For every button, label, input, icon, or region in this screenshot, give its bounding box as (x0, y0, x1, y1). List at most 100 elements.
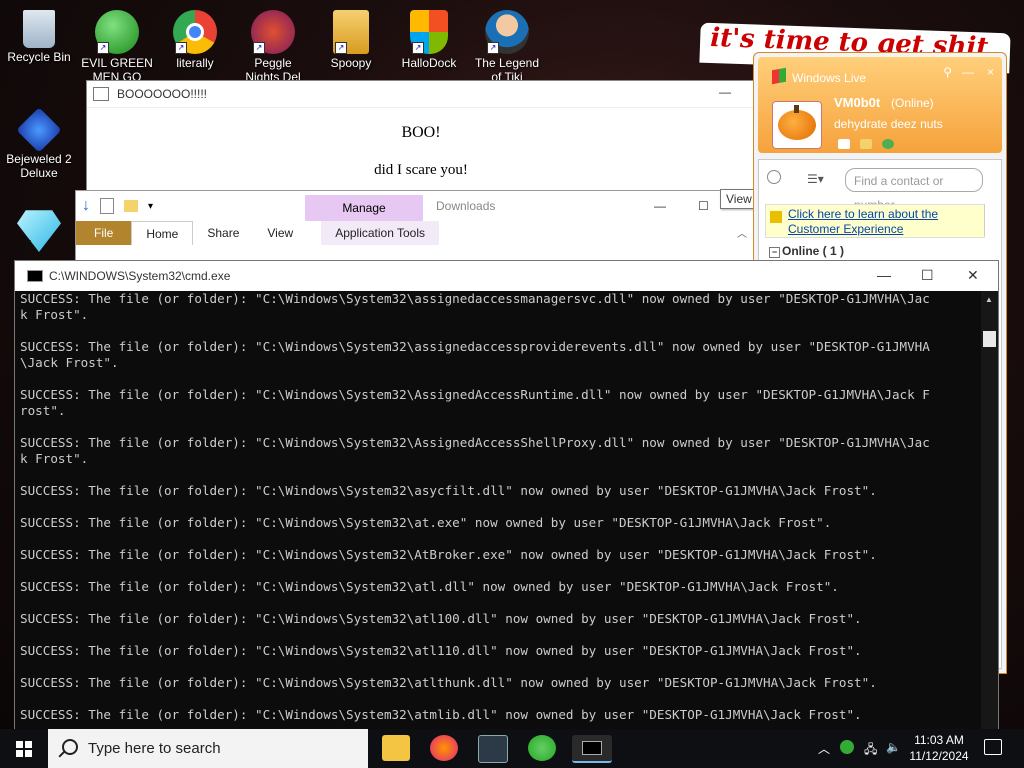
desktop-icon-label: Recycle Bin (7, 50, 71, 64)
taskbar: Type here to search ︿ 🖧 🔈 11:03 AM 11/12… (0, 729, 1024, 768)
messenger-icon[interactable] (528, 735, 556, 761)
search-placeholder: Type here to search (88, 740, 221, 757)
boo-heading: BOO! (401, 124, 441, 141)
pumpkin-icon (778, 110, 816, 140)
minimize-button[interactable]: — (719, 85, 731, 99)
boo-window-title: BOOOOOOO!!!!! (117, 87, 208, 101)
windows-logo-icon (16, 741, 32, 757)
status-selector[interactable]: (Online) (891, 96, 934, 110)
notification-icon[interactable] (984, 739, 1002, 755)
scrollbar[interactable]: ▲ (981, 291, 998, 736)
green-men-icon: ↗ (95, 10, 139, 54)
explorer-title: Downloads (436, 199, 496, 213)
diamond-icon: ↗ (17, 210, 61, 252)
cmd-titlebar[interactable]: C:\WINDOWS\System32\cmd.exe — ☐ ✕ (15, 261, 998, 291)
folder-icon: ↗ (333, 10, 369, 54)
personal-message[interactable]: dehydrate deez nuts (834, 117, 943, 131)
command-prompt-icon[interactable] (572, 735, 612, 763)
desktop-icon-hallodock[interactable]: ↗ HalloDock (392, 6, 466, 84)
scrollbar-thumb[interactable] (983, 331, 996, 347)
recycle-bin-icon (23, 10, 55, 48)
boo-message: did I scare you! (374, 162, 468, 178)
volume-icon[interactable]: 🔈 (886, 740, 901, 754)
info-banner: Click here to learn about the Customer E… (765, 204, 985, 238)
desktop-icon-spoopy[interactable]: ↗ Spoopy (314, 6, 388, 84)
window-icon (93, 87, 109, 101)
task-view-icon[interactable] (478, 735, 508, 763)
tab-application-tools[interactable]: Application Tools (321, 221, 440, 245)
windows-live-icon (772, 67, 786, 85)
maximize-button[interactable]: ☐ (698, 199, 709, 213)
date: 11/12/2024 (909, 749, 969, 763)
manage-tab-header: Manage (305, 195, 423, 221)
display-name[interactable]: VM0b0t (834, 95, 880, 110)
taskbar-search[interactable]: Type here to search (48, 729, 368, 768)
tab-home[interactable]: Home (131, 221, 194, 245)
ribbon-tabs: File Home Share View Application Tools (76, 221, 440, 245)
collapse-icon[interactable]: − (769, 247, 780, 258)
minimize-button[interactable]: — (654, 199, 666, 213)
minimize-button[interactable]: — (877, 267, 891, 283)
messenger-header: Windows Live ⚲ — × VM0b0t (Online) dehyd… (758, 57, 1002, 153)
desktop-icon-evil-green-men[interactable]: ↗ EVIL GREEN MEN GO (80, 6, 154, 84)
desktop-icon-bejeweled-2[interactable]: Bejeweled 2 Deluxe (2, 104, 76, 180)
character-icon: ↗ (485, 10, 529, 54)
down-arrow-icon[interactable]: ↓ (82, 197, 90, 215)
tab-share[interactable]: Share (193, 221, 253, 245)
time: 11:03 AM (914, 733, 964, 747)
globe-icon[interactable] (882, 139, 894, 149)
contact-search-input[interactable]: Find a contact or number (845, 168, 983, 212)
messenger-tray-icon[interactable] (840, 740, 854, 754)
pin-icon[interactable]: ⚲ (943, 65, 952, 79)
add-contact-icon[interactable] (767, 170, 781, 184)
windows-shield-icon: ↗ (410, 10, 448, 54)
close-button[interactable]: ✕ (967, 267, 979, 284)
tab-file[interactable]: File (76, 221, 132, 245)
avatar[interactable] (772, 101, 822, 149)
command-prompt-window[interactable]: C:\WINDOWS\System32\cmd.exe — ☐ ✕ SUCCES… (14, 260, 999, 737)
close-button[interactable]: × (987, 65, 994, 79)
desktop-icon-peggle-nights[interactable]: ↗ Peggle Nights Del (236, 6, 310, 84)
quick-actions (838, 139, 894, 149)
file-explorer-window[interactable]: ↓ ▾ Manage Downloads — ☐ File Home Share… (75, 190, 774, 267)
start-button[interactable] (0, 729, 48, 768)
pumpkin-stem (794, 105, 799, 113)
search-icon (62, 739, 78, 755)
info-icon (770, 211, 782, 223)
desktop-icon-label: Bejeweled 2 Deluxe (6, 152, 72, 180)
new-folder-icon[interactable] (124, 200, 138, 212)
collapse-ribbon-icon[interactable]: ︿ (737, 225, 747, 240)
bejeweled-2-icon (16, 107, 62, 153)
banner-scrollbar[interactable] (984, 204, 999, 236)
cmd-icon (27, 270, 43, 282)
file-explorer-icon[interactable] (382, 735, 410, 761)
group-label: Online ( 1 ) (782, 244, 845, 258)
boo-message-window[interactable]: BOOOOOOO!!!!! — BOO! did I scare you! (86, 80, 756, 202)
console-output[interactable]: SUCCESS: The file (or folder): "C:\Windo… (20, 291, 980, 736)
maximize-button[interactable]: ☐ (921, 267, 934, 284)
scroll-up-icon[interactable]: ▲ (985, 295, 993, 304)
group-online[interactable]: − Online ( 1 ) (769, 244, 844, 258)
chevron-down-icon[interactable]: ▾ (148, 201, 153, 212)
cmd-title: C:\WINDOWS\System32\cmd.exe (49, 269, 231, 283)
desktop-icon-the-legend[interactable]: ↗ The Legend of Tiki (470, 6, 544, 84)
quick-access-toolbar: ↓ ▾ (82, 197, 153, 215)
peggle-icon: ↗ (251, 10, 295, 54)
messenger-title: Windows Live (792, 71, 867, 85)
chevron-up-icon[interactable]: ︿ (818, 740, 830, 757)
list-view-icon[interactable]: ☰▾ (807, 172, 824, 186)
boo-window-titlebar[interactable]: BOOOOOOO!!!!! (87, 81, 755, 108)
tab-view[interactable]: View (253, 221, 307, 245)
minimize-button[interactable]: — (962, 65, 974, 79)
clock[interactable]: 11:03 AM 11/12/2024 (905, 732, 973, 764)
firefox-icon[interactable] (430, 735, 458, 761)
spaces-icon[interactable] (860, 139, 872, 149)
customer-experience-link[interactable]: Click here to learn about the Customer E… (788, 207, 958, 237)
mail-icon[interactable] (838, 139, 850, 149)
desktop-icon-bejeweled[interactable]: ↗ (2, 204, 76, 254)
properties-icon[interactable] (100, 198, 114, 214)
desktop-icon-recycle-bin[interactable]: Recycle Bin (2, 6, 76, 78)
desktop-icon-literally[interactable]: ↗ literally (158, 6, 232, 84)
network-icon[interactable]: 🖧 (864, 740, 877, 761)
chrome-icon: ↗ (173, 10, 217, 54)
